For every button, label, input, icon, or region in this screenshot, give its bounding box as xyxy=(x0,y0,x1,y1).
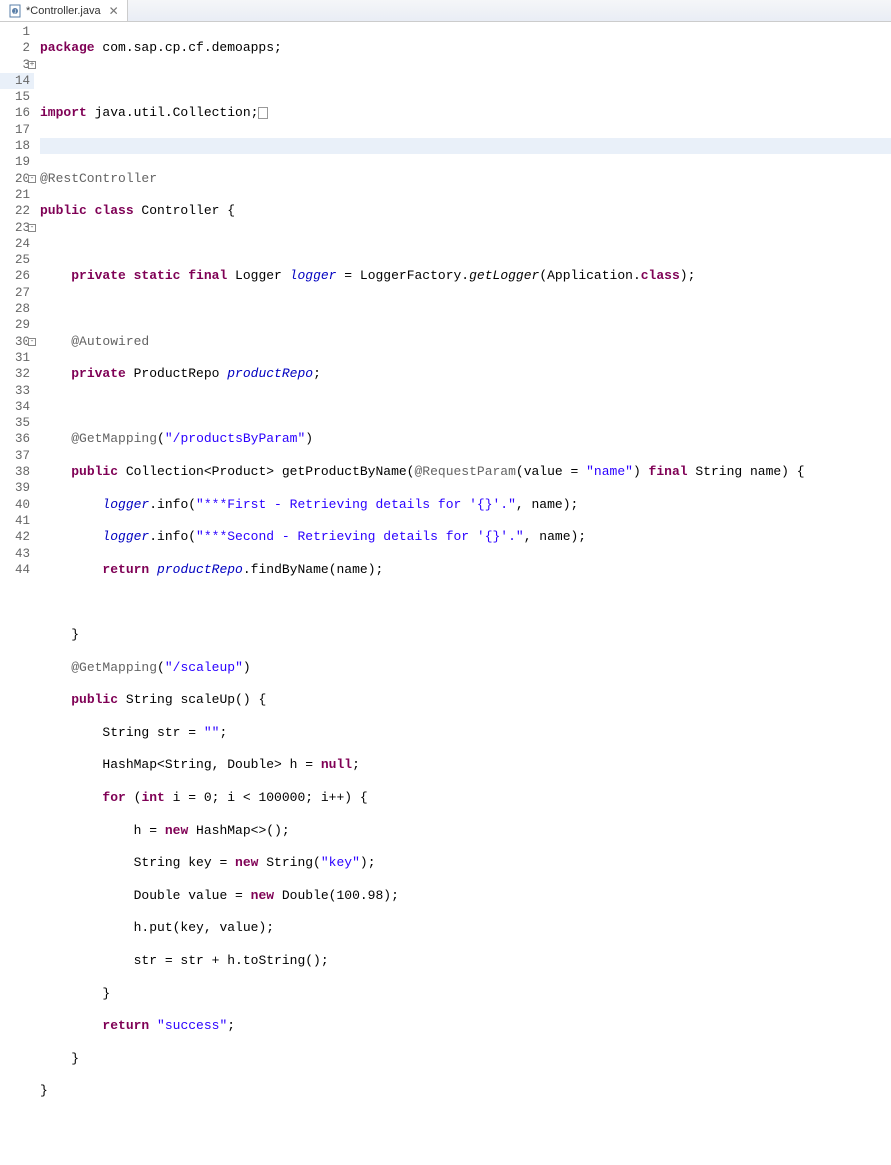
line-number: 24 xyxy=(0,236,34,252)
code-line: @RestController xyxy=(40,171,891,187)
line-number: 28 xyxy=(0,301,34,317)
line-number: 20- xyxy=(0,171,34,187)
fold-minus-icon[interactable]: - xyxy=(28,224,36,232)
fold-plus-icon[interactable]: + xyxy=(28,61,36,69)
code-line: logger.info("***First - Retrieving detai… xyxy=(40,497,891,513)
code-line: return productRepo.findByName(name); xyxy=(40,562,891,578)
fold-minus-icon[interactable]: - xyxy=(28,175,36,183)
line-number: 29 xyxy=(0,317,34,333)
line-number: 17 xyxy=(0,122,34,138)
line-number: 18 xyxy=(0,138,34,154)
line-number: 15 xyxy=(0,89,34,105)
code-line: for (int i = 0; i < 100000; i++) { xyxy=(40,790,891,806)
code-line: HashMap<String, Double> h = null; xyxy=(40,757,891,773)
line-number: 1 xyxy=(0,24,34,40)
code-line: public Collection<Product> getProductByN… xyxy=(40,464,891,480)
code-line: } xyxy=(40,1083,891,1099)
close-icon[interactable]: ✕ xyxy=(109,4,119,18)
line-number: 42 xyxy=(0,529,34,545)
java-file-icon: J xyxy=(8,4,22,18)
code-line: String key = new String("key"); xyxy=(40,855,891,871)
code-content[interactable]: package com.sap.cp.cf.demoapps; import j… xyxy=(34,22,891,593)
line-number: 3+ xyxy=(0,57,34,73)
code-line: @Autowired xyxy=(40,334,891,350)
line-number: 27 xyxy=(0,285,34,301)
fold-minus-icon[interactable]: - xyxy=(28,338,36,346)
code-line: private static final Logger logger = Log… xyxy=(40,268,891,284)
line-number: 16 xyxy=(0,105,34,121)
line-number: 35 xyxy=(0,415,34,431)
line-number: 21 xyxy=(0,187,34,203)
folded-imports-icon[interactable] xyxy=(258,107,268,119)
code-line: logger.info("***Second - Retrieving deta… xyxy=(40,529,891,545)
code-line xyxy=(40,236,891,252)
line-number: 2 xyxy=(0,40,34,56)
line-number: 44 xyxy=(0,562,34,578)
code-line: String str = ""; xyxy=(40,725,891,741)
code-line: @GetMapping("/productsByParam") xyxy=(40,431,891,447)
code-line: private ProductRepo productRepo; xyxy=(40,366,891,382)
line-number: 23- xyxy=(0,220,34,236)
line-number: 14 xyxy=(0,73,34,89)
line-number: 43 xyxy=(0,546,34,562)
line-number: 26 xyxy=(0,268,34,284)
line-number: 22 xyxy=(0,203,34,219)
line-number: 32 xyxy=(0,366,34,382)
code-line xyxy=(40,301,891,317)
line-number-gutter: 1 2 3+ 14 15 16 17 18 19 20- 21 22 23- 2… xyxy=(0,22,34,593)
code-line: h.put(key, value); xyxy=(40,920,891,936)
line-number: 34 xyxy=(0,399,34,415)
code-line: str = str + h.toString(); xyxy=(40,953,891,969)
code-line: @GetMapping("/scaleup") xyxy=(40,660,891,676)
code-line: return "success"; xyxy=(40,1018,891,1034)
code-line: import java.util.Collection; xyxy=(40,105,891,121)
line-number: 25 xyxy=(0,252,34,268)
line-number: 40 xyxy=(0,497,34,513)
line-number: 37 xyxy=(0,448,34,464)
code-editor[interactable]: 1 2 3+ 14 15 16 17 18 19 20- 21 22 23- 2… xyxy=(0,22,891,593)
code-line xyxy=(40,594,891,610)
code-line: Double value = new Double(100.98); xyxy=(40,888,891,904)
line-number: 36 xyxy=(0,431,34,447)
code-line: h = new HashMap<>(); xyxy=(40,823,891,839)
code-line: package com.sap.cp.cf.demoapps; xyxy=(40,40,891,56)
tab-title: *Controller.java xyxy=(26,5,101,17)
line-number: 39 xyxy=(0,480,34,496)
line-number: 19 xyxy=(0,154,34,170)
code-line: } xyxy=(40,1051,891,1067)
code-line xyxy=(40,73,891,89)
code-line: public String scaleUp() { xyxy=(40,692,891,708)
line-number: 38 xyxy=(0,464,34,480)
code-line: } xyxy=(40,986,891,1002)
line-number: 30- xyxy=(0,334,34,350)
code-line: } xyxy=(40,627,891,643)
line-number: 33 xyxy=(0,383,34,399)
line-number: 41 xyxy=(0,513,34,529)
code-line xyxy=(40,1116,891,1132)
tab-bar: J *Controller.java ✕ xyxy=(0,0,891,22)
code-line: public class Controller { xyxy=(40,203,891,219)
editor-tab[interactable]: J *Controller.java ✕ xyxy=(0,0,128,21)
code-line xyxy=(40,399,891,415)
code-line-current xyxy=(40,138,891,154)
line-number: 31 xyxy=(0,350,34,366)
